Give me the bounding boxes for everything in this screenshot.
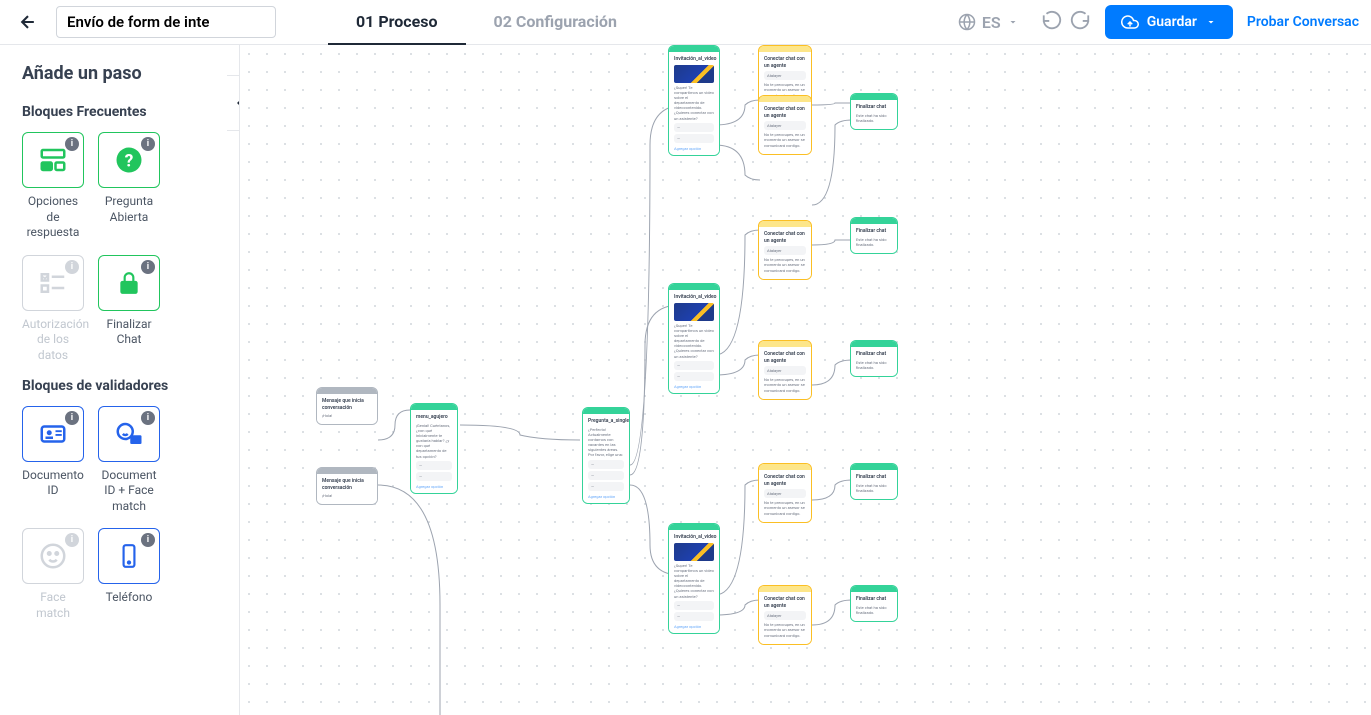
video-thumbnail <box>674 65 714 83</box>
face-id-icon <box>114 419 144 449</box>
sidebar-collapse-handle[interactable] <box>227 75 240 131</box>
globe-icon <box>958 13 976 31</box>
phone-icon <box>116 543 142 569</box>
sidebar: Añade un paso Bloques Frecuentes i Opcio… <box>0 45 240 715</box>
video-thumbnail <box>674 543 714 561</box>
node-agent-1b[interactable]: Conectar chat con un agenteAtalayerNo te… <box>758 95 812 155</box>
back-button[interactable] <box>12 6 44 38</box>
cloud-save-icon <box>1121 13 1139 31</box>
flow-canvas[interactable]: Mensaje que inicia conversación ¡Hola! M… <box>240 45 1371 715</box>
block-document-face-match[interactable]: i <box>98 406 160 462</box>
node-video-2[interactable]: Invitación_al_video¿Super! Te compartimo… <box>668 283 720 394</box>
block-label: Teléfono <box>98 590 160 606</box>
info-badge: i <box>65 533 79 547</box>
block-finalizar-chat[interactable]: i <box>98 255 160 311</box>
block-label: Pregunta Abierta <box>98 194 160 225</box>
id-card-icon <box>38 419 68 449</box>
info-badge: i <box>141 260 155 274</box>
section-validator-blocks: Bloques de validadores <box>22 378 217 394</box>
info-badge: i <box>141 411 155 425</box>
block-label: Document ID + Face match <box>98 468 160 515</box>
info-badge: i <box>141 137 155 151</box>
node-end-1[interactable]: Finalizar chatEste chat ha sido finaliza… <box>850 93 898 130</box>
save-label: Guardar <box>1147 14 1197 30</box>
info-badge: i <box>65 137 79 151</box>
block-label: Finalizar Chat <box>98 317 160 348</box>
node-start-message-2[interactable]: Mensaje que inicia conversación ¡Hola! <box>316 467 378 505</box>
block-label: Autorización de los datos <box>22 317 84 364</box>
block-autorizacion-datos[interactable]: i <box>22 255 84 311</box>
redo-button[interactable] <box>1069 9 1091 35</box>
tab-proceso[interactable]: 01 Proceso <box>328 0 466 45</box>
node-end-3[interactable]: Finalizar chatEste chat ha sido finaliza… <box>850 340 898 377</box>
node-video-3[interactable]: Invitación_al_video¿Super! Te compartimo… <box>668 523 720 634</box>
node-video-1[interactable]: Invitación_al_video¿Super! Te compartimo… <box>668 45 720 156</box>
svg-text:?: ? <box>125 151 134 171</box>
node-agent-3b[interactable]: Conectar chat con un agenteAtalayerNo te… <box>758 585 812 645</box>
question-icon: ? <box>114 145 144 175</box>
info-badge: i <box>65 411 79 425</box>
info-badge: i <box>141 533 155 547</box>
block-opciones-respuesta[interactable]: i <box>22 132 84 188</box>
node-end-2[interactable]: Finalizar chatEste chat ha sido finaliza… <box>850 217 898 254</box>
node-menu[interactable]: menu_agujero ¡Genial! Cuéntanos, ¿con qu… <box>410 403 458 494</box>
block-label: Opciones de respuesta <box>22 194 84 241</box>
options-icon <box>38 145 68 175</box>
node-agent-2b[interactable]: Conectar chat con un agenteAtalayerNo te… <box>758 340 812 400</box>
block-pregunta-abierta[interactable]: i ? <box>98 132 160 188</box>
save-button[interactable]: Guardar <box>1105 5 1233 39</box>
lock-icon <box>116 270 142 296</box>
block-documento-id[interactable]: i <box>22 406 84 462</box>
block-label: Documento ID <box>22 468 84 499</box>
tab-configuracion[interactable]: 02 Configuración <box>466 0 645 45</box>
chevron-down-icon <box>1205 16 1217 28</box>
chevron-left-icon <box>233 96 241 110</box>
checklist-icon <box>38 268 68 298</box>
flow-title-input[interactable] <box>56 6 276 38</box>
block-telefono[interactable]: i <box>98 528 160 584</box>
video-thumbnail <box>674 303 714 321</box>
undo-button[interactable] <box>1041 9 1063 35</box>
node-agent-3a[interactable]: Conectar chat con un agenteAtalayerNo te… <box>758 463 812 523</box>
block-label: Face match <box>22 590 84 621</box>
node-agent-2a[interactable]: Conectar chat con un agenteAtalayerNo te… <box>758 220 812 280</box>
test-conversation-link[interactable]: Probar Conversac <box>1247 14 1359 30</box>
node-start-message[interactable]: Mensaje que inicia conversación ¡Hola! <box>316 387 378 425</box>
sidebar-title: Añade un paso <box>22 63 217 84</box>
language-selector[interactable]: ES <box>950 9 1027 36</box>
node-end-5[interactable]: Finalizar chatEste chat ha sido finaliza… <box>850 585 898 622</box>
face-icon <box>38 541 68 571</box>
block-face-match[interactable]: i <box>22 528 84 584</box>
info-badge: i <box>65 260 79 274</box>
node-branch[interactable]: Pregunta_a_single ¿Perfecto! Actualmente… <box>582 407 630 504</box>
section-frequent-blocks: Bloques Frecuentes <box>22 104 217 120</box>
language-code: ES <box>982 13 1001 32</box>
node-end-4[interactable]: Finalizar chatEste chat ha sido finaliza… <box>850 463 898 500</box>
chevron-down-icon <box>1007 16 1019 28</box>
